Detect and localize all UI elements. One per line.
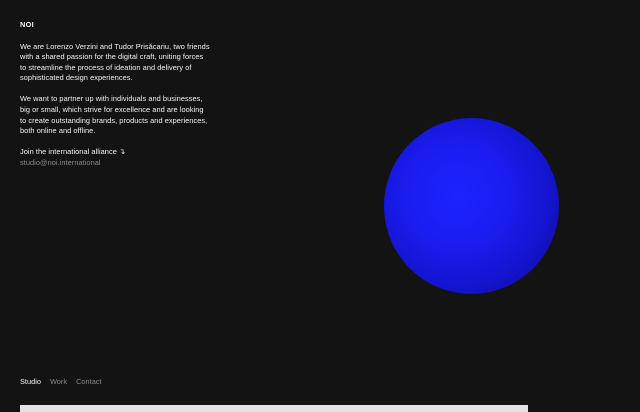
bottom-nav: Studio Work Contact bbox=[20, 377, 102, 387]
partnership-paragraph: We want to partner up with individuals a… bbox=[20, 94, 208, 136]
email-link[interactable]: studio@noi.international bbox=[20, 158, 210, 169]
intro-section: NOI We are Lorenzo Verzini and Tudor Pri… bbox=[20, 20, 210, 169]
nav-work[interactable]: Work bbox=[50, 377, 67, 387]
nav-contact[interactable]: Contact bbox=[76, 377, 101, 387]
brand-logo[interactable]: NOI bbox=[20, 20, 210, 31]
intro-paragraph: We are Lorenzo Verzini and Tudor Prisăca… bbox=[20, 41, 210, 83]
join-alliance-link[interactable]: Join the international alliance ↴ bbox=[20, 147, 210, 158]
nav-studio[interactable]: Studio bbox=[20, 377, 41, 387]
blue-sphere-graphic bbox=[384, 118, 559, 294]
bottom-panel bbox=[20, 405, 528, 412]
